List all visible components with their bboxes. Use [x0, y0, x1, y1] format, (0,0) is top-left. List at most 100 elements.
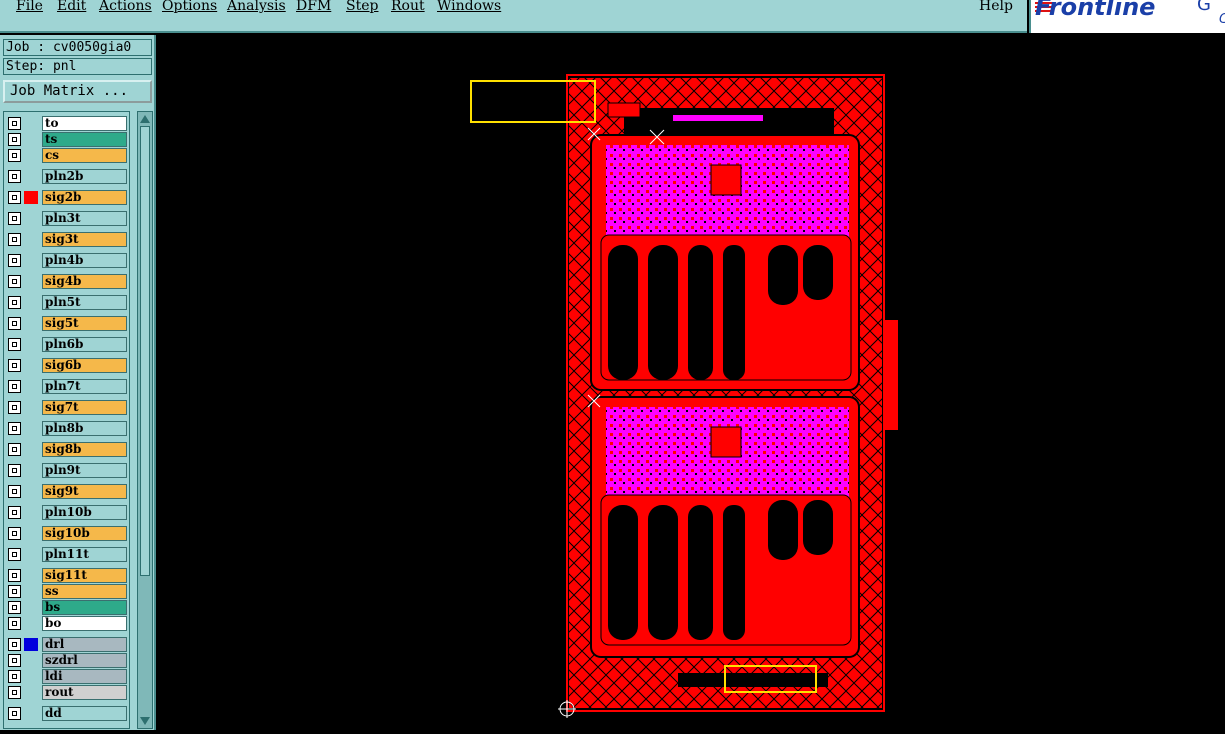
layer-row-sig9t[interactable]: sig9t [8, 484, 128, 499]
menu-analysis[interactable]: Analysis [227, 0, 286, 14]
scroll-up-icon[interactable] [140, 115, 150, 123]
layer-row-pln9t[interactable]: pln9t [8, 463, 128, 478]
layer-name[interactable]: pln4b [42, 253, 127, 268]
layer-checkbox[interactable] [8, 686, 21, 699]
menu-rout[interactable]: Rout [391, 0, 425, 14]
layer-name[interactable]: pln5t [42, 295, 127, 310]
layer-row-ldi[interactable]: ldi [8, 669, 128, 684]
layer-row-ss[interactable]: ss [8, 584, 128, 599]
layer-checkbox[interactable] [8, 359, 21, 372]
layer-name[interactable]: sig2b [42, 190, 127, 205]
layer-row-dd[interactable]: dd [8, 706, 128, 721]
layer-row-sig5t[interactable]: sig5t [8, 316, 128, 331]
layer-name[interactable]: sig7t [42, 400, 127, 415]
layer-name[interactable]: sig11t [42, 568, 127, 583]
layer-row-sig6b[interactable]: sig6b [8, 358, 128, 373]
layer-name[interactable]: dd [42, 706, 127, 721]
layer-name[interactable]: sig6b [42, 358, 127, 373]
layer-name[interactable]: ss [42, 584, 127, 599]
layer-checkbox[interactable] [8, 464, 21, 477]
layer-checkbox[interactable] [8, 317, 21, 330]
layer-row-szdrl[interactable]: szdrl [8, 653, 128, 668]
layer-row-pln5t[interactable]: pln5t [8, 295, 128, 310]
layer-checkbox[interactable] [8, 170, 21, 183]
layer-name[interactable]: sig4b [42, 274, 127, 289]
layer-row-cs[interactable]: cs [8, 148, 128, 163]
layer-row-pln7t[interactable]: pln7t [8, 379, 128, 394]
layer-row-bo[interactable]: bo [8, 616, 128, 631]
layer-row-sig7t[interactable]: sig7t [8, 400, 128, 415]
layer-name[interactable]: ts [42, 132, 127, 147]
layer-checkbox[interactable] [8, 654, 21, 667]
menu-dfm[interactable]: DFM [296, 0, 331, 14]
layer-checkbox[interactable] [8, 670, 21, 683]
layer-row-to[interactable]: to [8, 116, 128, 131]
layer-name[interactable]: pln7t [42, 379, 127, 394]
layer-name[interactable]: bo [42, 616, 127, 631]
layer-checkbox[interactable] [8, 149, 21, 162]
layer-checkbox[interactable] [8, 275, 21, 288]
layer-row-ts[interactable]: ts [8, 132, 128, 147]
layer-name[interactable]: pln2b [42, 169, 127, 184]
layer-name[interactable]: pln11t [42, 547, 127, 562]
layer-name[interactable]: ldi [42, 669, 127, 684]
menu-actions[interactable]: Actions [99, 0, 152, 14]
layer-name[interactable]: drl [42, 637, 127, 652]
layer-name[interactable]: to [42, 116, 127, 131]
layer-name[interactable]: sig5t [42, 316, 127, 331]
scroll-thumb[interactable] [140, 126, 150, 576]
layer-checkbox[interactable] [8, 401, 21, 414]
layer-name[interactable]: cs [42, 148, 127, 163]
layer-row-sig3t[interactable]: sig3t [8, 232, 128, 247]
layer-checkbox[interactable] [8, 133, 21, 146]
layer-name[interactable]: rout [42, 685, 127, 700]
menu-windows[interactable]: Windows [437, 0, 501, 14]
layer-row-pln4b[interactable]: pln4b [8, 253, 128, 268]
layer-checkbox[interactable] [8, 191, 21, 204]
layer-row-pln8b[interactable]: pln8b [8, 421, 128, 436]
menu-help[interactable]: Help [979, 0, 1013, 14]
menu-edit[interactable]: Edit [57, 0, 86, 14]
layer-name[interactable]: sig10b [42, 526, 127, 541]
layer-checkbox[interactable] [8, 233, 21, 246]
layer-checkbox[interactable] [8, 707, 21, 720]
layer-row-rout[interactable]: rout [8, 685, 128, 700]
layer-row-pln11t[interactable]: pln11t [8, 547, 128, 562]
menu-file[interactable]: File [16, 0, 43, 14]
layer-checkbox[interactable] [8, 585, 21, 598]
layer-name[interactable]: bs [42, 600, 127, 615]
layer-checkbox[interactable] [8, 117, 21, 130]
menu-step[interactable]: Step [346, 0, 378, 14]
layer-checkbox[interactable] [8, 254, 21, 267]
scroll-down-icon[interactable] [140, 717, 150, 725]
layer-checkbox[interactable] [8, 296, 21, 309]
layer-checkbox[interactable] [8, 601, 21, 614]
layer-row-drl[interactable]: drl [8, 637, 128, 652]
layer-row-bs[interactable]: bs [8, 600, 128, 615]
layer-name[interactable]: pln6b [42, 337, 127, 352]
layer-checkbox[interactable] [8, 638, 21, 651]
layer-checkbox[interactable] [8, 506, 21, 519]
graphic-canvas[interactable] [158, 35, 1225, 730]
layer-checkbox[interactable] [8, 443, 21, 456]
layer-checkbox[interactable] [8, 548, 21, 561]
layer-checkbox[interactable] [8, 617, 21, 630]
layer-row-sig2b[interactable]: sig2b [8, 190, 128, 205]
layer-name[interactable]: pln10b [42, 505, 127, 520]
menu-options[interactable]: Options [162, 0, 217, 14]
layer-name[interactable]: szdrl [42, 653, 127, 668]
layer-row-pln6b[interactable]: pln6b [8, 337, 128, 352]
layer-name[interactable]: sig8b [42, 442, 127, 457]
layer-checkbox[interactable] [8, 569, 21, 582]
layer-checkbox[interactable] [8, 338, 21, 351]
layer-row-sig4b[interactable]: sig4b [8, 274, 128, 289]
layer-checkbox[interactable] [8, 380, 21, 393]
layer-row-sig10b[interactable]: sig10b [8, 526, 128, 541]
layer-row-sig8b[interactable]: sig8b [8, 442, 128, 457]
layer-row-sig11t[interactable]: sig11t [8, 568, 128, 583]
job-matrix-button[interactable]: Job Matrix ... [3, 80, 152, 103]
layer-row-pln2b[interactable]: pln2b [8, 169, 128, 184]
layer-name[interactable]: pln9t [42, 463, 127, 478]
layer-scrollbar[interactable] [137, 111, 153, 729]
layer-row-pln3t[interactable]: pln3t [8, 211, 128, 226]
